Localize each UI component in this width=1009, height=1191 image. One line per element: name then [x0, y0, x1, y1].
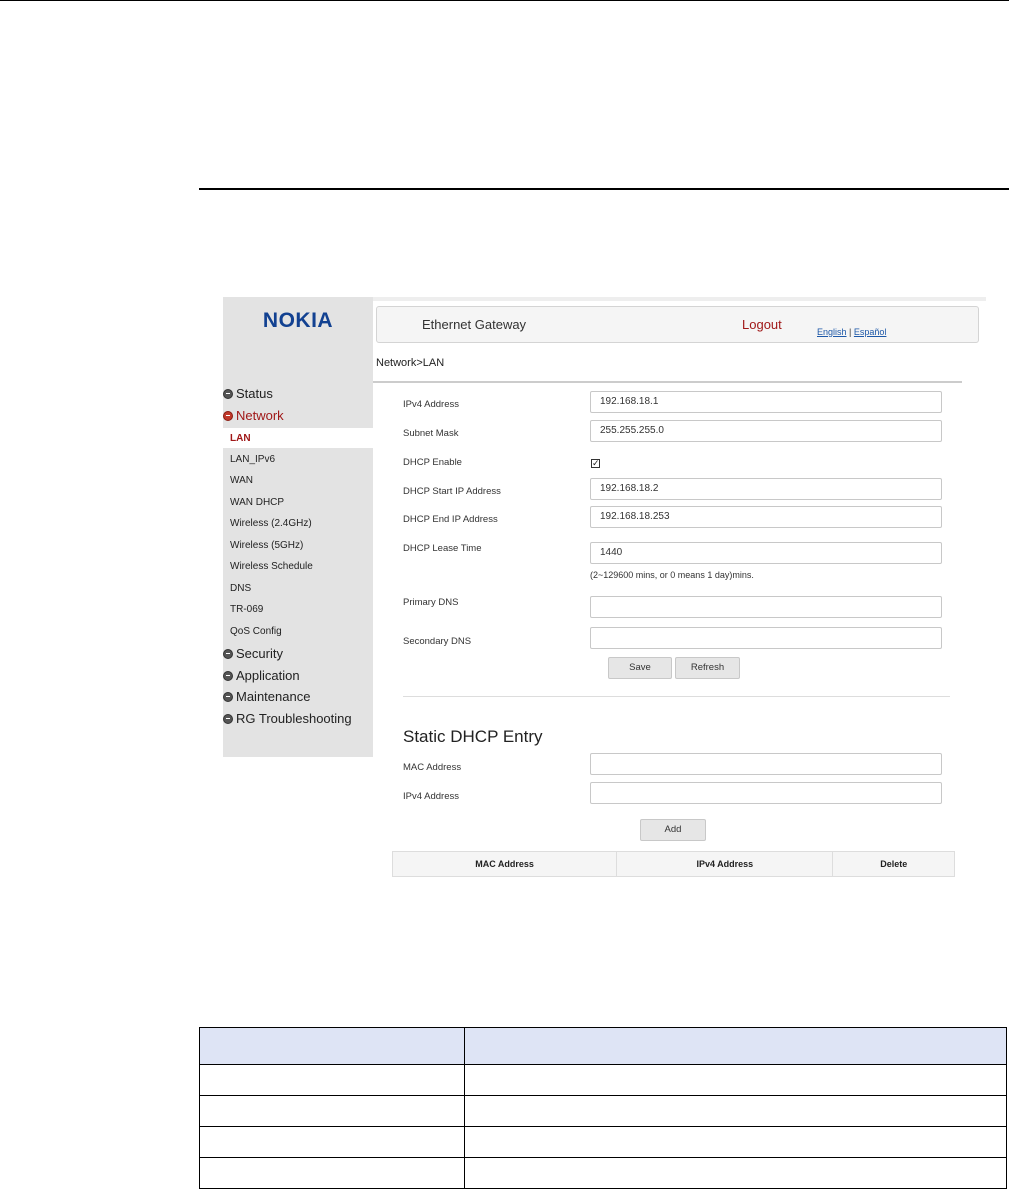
section-separator — [403, 696, 950, 697]
dhcp-end-label: DHCP End IP Address — [403, 514, 498, 525]
table-cell — [464, 1027, 1007, 1065]
lease-time-hint: (2~129600 mins, or 0 means 1 day)mins. — [590, 570, 754, 580]
static-dhcp-title: Static DHCP Entry — [403, 727, 543, 746]
sidebar-item-rg-troubleshooting[interactable]: RG Troubleshooting — [223, 711, 352, 726]
column-header-mac: MAC Address — [393, 852, 618, 876]
sidebar-item-network[interactable]: Network — [223, 408, 284, 423]
top-page-rule — [0, 0, 1009, 1]
logout-link[interactable]: Logout — [742, 317, 782, 332]
breadcrumb-divider — [373, 381, 962, 383]
ipv4-address-label: IPv4 Address — [403, 399, 459, 410]
dhcp-start-field[interactable]: 192.168.18.2 — [590, 478, 942, 500]
sidebar-subitem-wan[interactable]: WAN — [230, 475, 253, 486]
gateway-screenshot: NOKIA Ethernet Gateway Logout English | … — [223, 297, 986, 887]
sidebar-item-label: RG Troubleshooting — [236, 711, 352, 726]
table-cell — [199, 1095, 465, 1127]
sidebar-subitem-lan-ipv6[interactable]: LAN_IPv6 — [230, 454, 275, 465]
dhcp-enable-checkbox[interactable]: ✓ — [591, 459, 600, 468]
sidebar-subitem-wireless-24[interactable]: Wireless (2.4GHz) — [230, 518, 312, 529]
expand-bullet-icon — [223, 691, 233, 702]
table-cell — [464, 1064, 1007, 1096]
static-ipv4-field[interactable] — [590, 782, 942, 804]
sidebar-item-label: Maintenance — [236, 689, 311, 704]
column-header-ipv4: IPv4 Address — [617, 852, 834, 876]
static-ipv4-label: IPv4 Address — [403, 791, 459, 802]
sidebar-subitem-wireless-5[interactable]: Wireless (5GHz) — [230, 540, 303, 551]
table-header-row — [199, 1027, 1007, 1065]
dhcp-start-label: DHCP Start IP Address — [403, 486, 501, 497]
dhcp-lease-field[interactable]: 1440 — [590, 542, 942, 564]
sidebar: Status Network LAN LAN_IPv6 WAN WAN DHCP… — [223, 345, 373, 757]
table-cell — [464, 1157, 1007, 1189]
static-dhcp-table-header: MAC Address IPv4 Address Delete — [392, 851, 955, 877]
breadcrumb: Network>LAN — [376, 357, 445, 369]
table-row — [199, 1095, 1007, 1127]
sidebar-item-label: Network — [236, 408, 284, 423]
sidebar-subitem-dns[interactable]: DNS — [230, 583, 251, 594]
sidebar-item-label: Security — [236, 646, 283, 661]
sidebar-subitem-lan[interactable]: LAN — [230, 433, 251, 444]
dhcp-end-field[interactable]: 192.168.18.253 — [590, 506, 942, 528]
sidebar-item-security[interactable]: Security — [223, 646, 283, 661]
dhcp-lease-label: DHCP Lease Time — [403, 543, 482, 554]
table-cell — [199, 1027, 465, 1065]
lang-separator: | — [849, 327, 852, 337]
expand-bullet-icon — [223, 670, 233, 681]
sidebar-subitem-tr069[interactable]: TR-069 — [230, 604, 263, 615]
mac-address-label: MAC Address — [403, 762, 462, 773]
sidebar-subitem-wireless-schedule[interactable]: Wireless Schedule — [230, 561, 313, 572]
add-button[interactable]: Add — [640, 819, 706, 841]
expand-bullet-icon — [223, 713, 233, 724]
app-title: Ethernet Gateway — [422, 317, 527, 332]
column-header-delete: Delete — [880, 859, 908, 869]
header-top-strip — [373, 297, 986, 301]
sidebar-subitem-qos-config[interactable]: QoS Config — [230, 626, 282, 637]
sidebar-item-maintenance[interactable]: Maintenance — [223, 689, 310, 704]
sidebar-subitem-wan-dhcp[interactable]: WAN DHCP — [230, 497, 284, 508]
secondary-dns-label: Secondary DNS — [403, 636, 472, 647]
lang-spanish-link[interactable]: Español — [854, 327, 887, 337]
sidebar-item-application[interactable]: Application — [223, 668, 300, 683]
doc-parameter-table — [199, 1027, 1007, 1189]
secondary-dns-field[interactable] — [590, 627, 942, 649]
sidebar-item-status[interactable]: Status — [223, 386, 273, 401]
save-button[interactable]: Save — [608, 657, 672, 679]
lang-english-link[interactable]: English — [817, 327, 847, 337]
collapse-bullet-icon — [223, 410, 233, 421]
table-cell — [464, 1095, 1007, 1127]
ipv4-address-field[interactable]: 192.168.18.1 — [590, 391, 942, 413]
primary-dns-label: Primary DNS — [403, 597, 459, 608]
language-switcher: English | Español — [817, 327, 886, 337]
refresh-button[interactable]: Refresh — [675, 657, 740, 679]
nokia-logo: NOKIA — [262, 309, 334, 332]
table-row — [199, 1157, 1007, 1189]
sidebar-item-label: Application — [236, 668, 300, 683]
table-cell — [199, 1064, 465, 1096]
subnet-mask-field[interactable]: 255.255.255.0 — [590, 420, 942, 442]
section-rule — [199, 188, 1009, 190]
table-row — [199, 1126, 1007, 1158]
dhcp-enable-label: DHCP Enable — [403, 457, 462, 468]
logo-area: NOKIA — [223, 297, 373, 345]
header-bar: Ethernet Gateway Logout English | Españo… — [376, 306, 979, 343]
table-cell — [464, 1126, 1007, 1158]
sidebar-item-label: Status — [236, 386, 273, 401]
table-row — [199, 1064, 1007, 1096]
mac-address-field[interactable] — [590, 753, 942, 775]
subnet-mask-label: Subnet Mask — [403, 428, 459, 439]
table-cell — [199, 1157, 465, 1189]
expand-bullet-icon — [223, 388, 233, 399]
expand-bullet-icon — [223, 648, 233, 659]
table-cell — [199, 1126, 465, 1158]
primary-dns-field[interactable] — [590, 596, 942, 618]
